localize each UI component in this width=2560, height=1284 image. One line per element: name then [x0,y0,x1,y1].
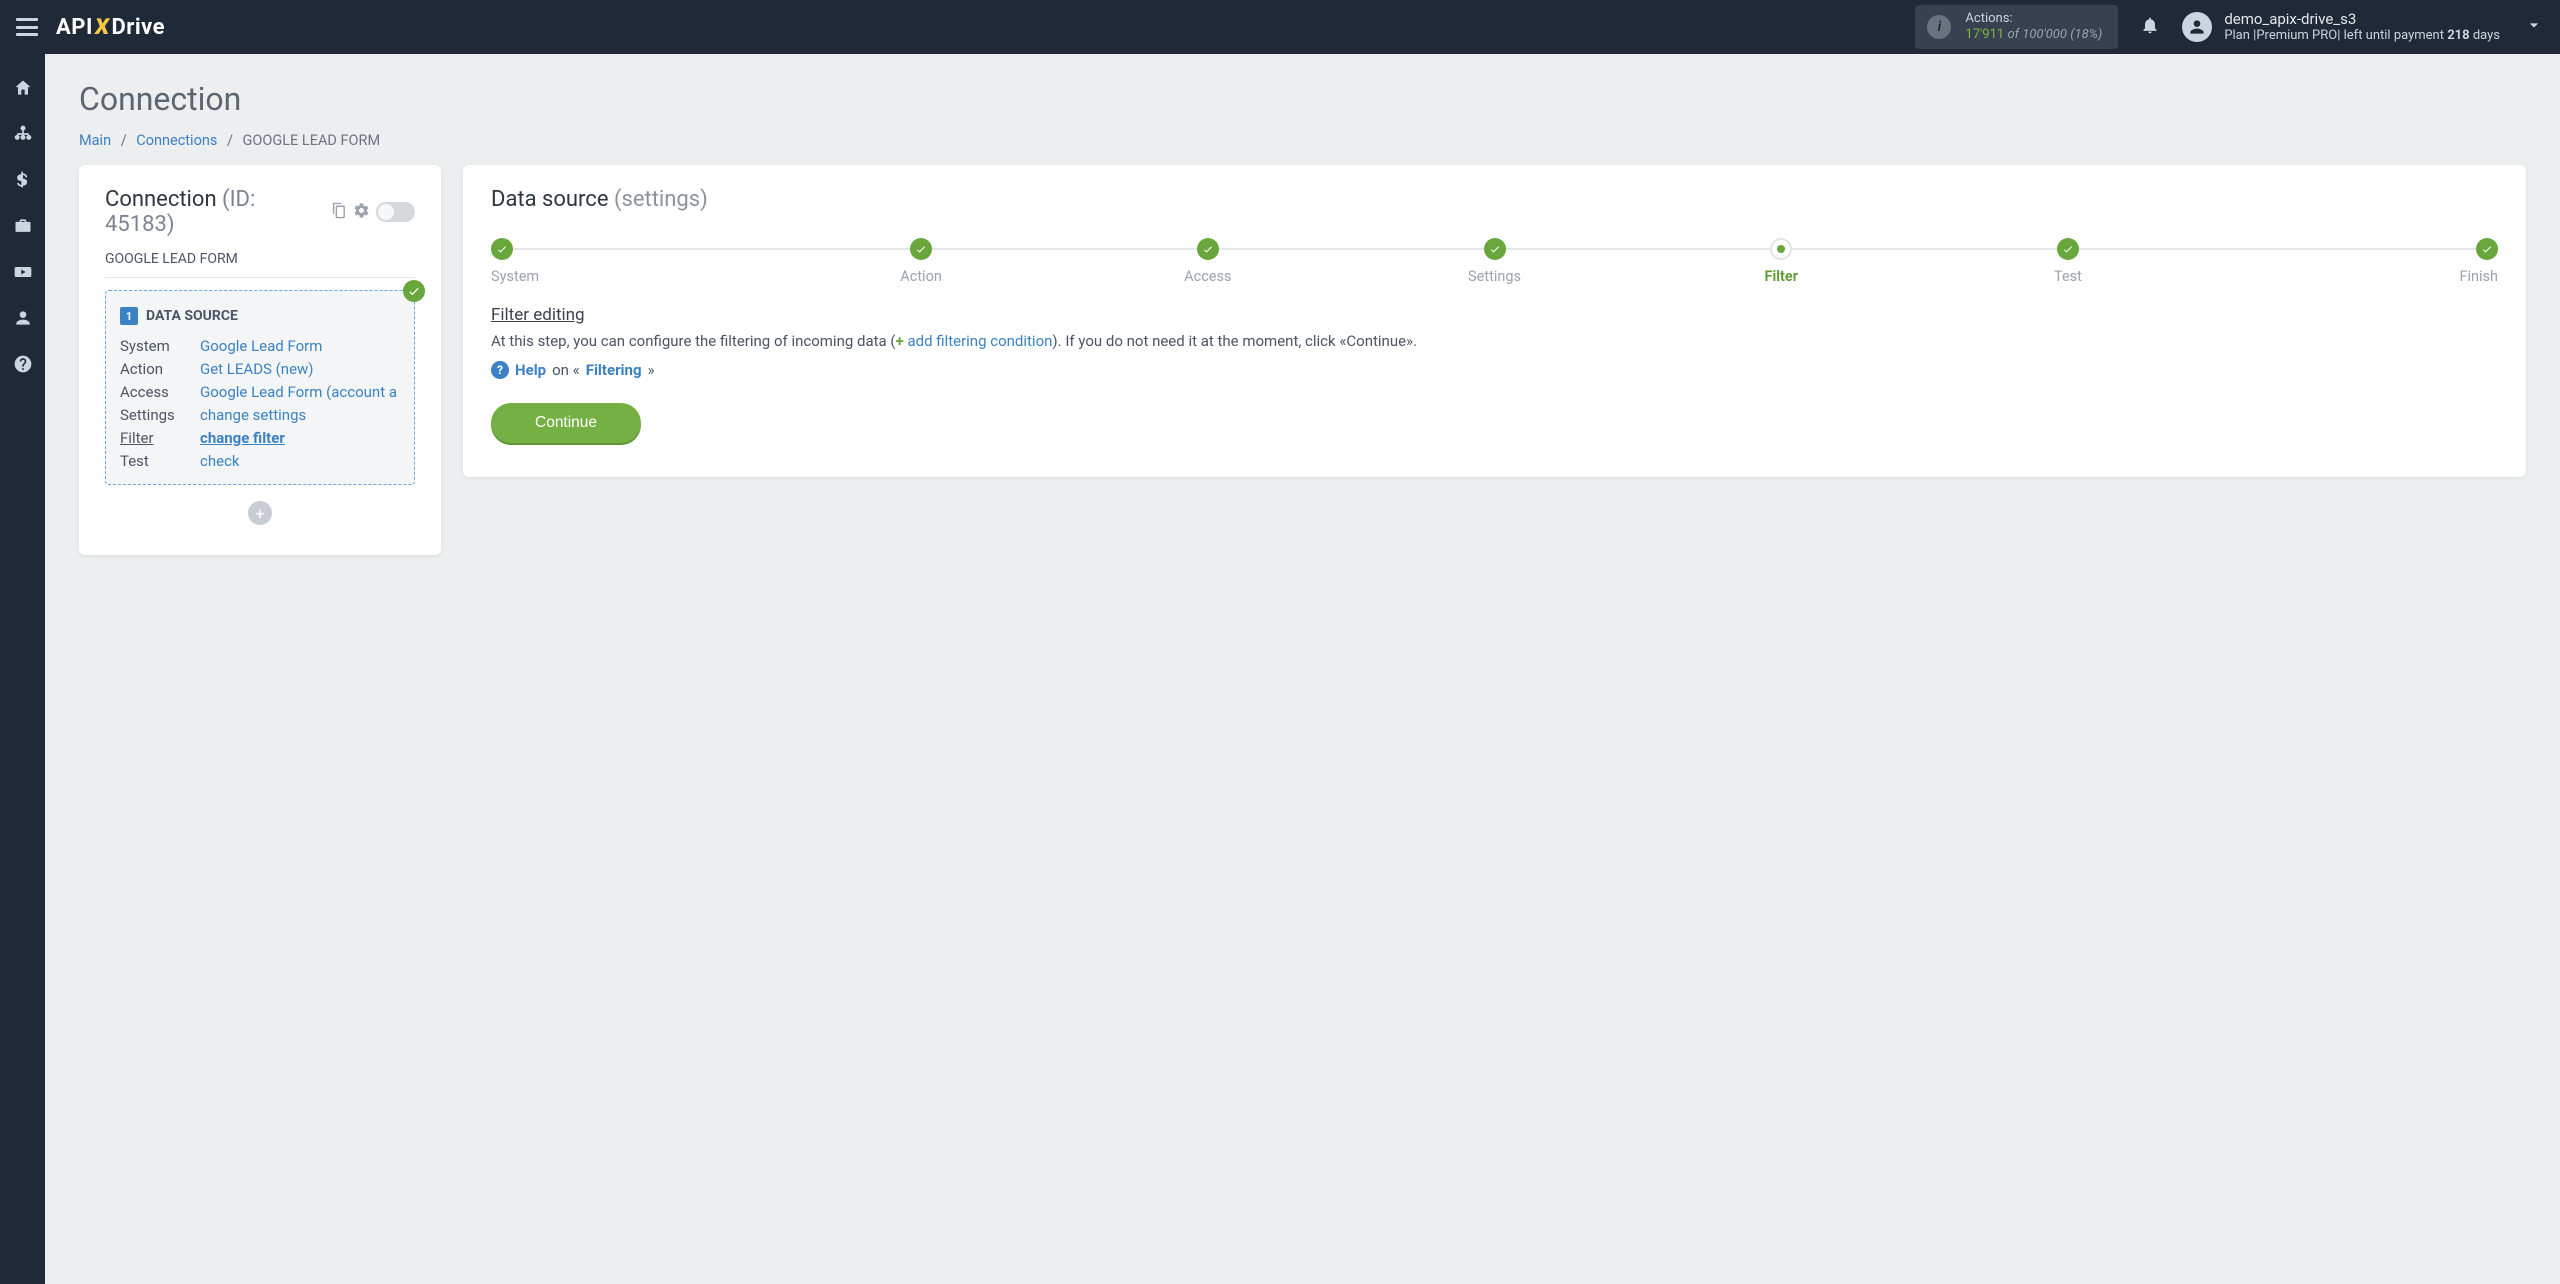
step-label: Filter [1765,268,1798,285]
row-test-key: Test [120,452,200,470]
nav-home-icon[interactable] [11,76,35,100]
topbar: API X Drive i Actions: 17'911 of 100'000… [0,0,2560,54]
row-access-link[interactable]: Google Lead Form (account a [200,383,397,401]
data-source-box: 1 DATA SOURCE System Google Lead Form Ac… [105,290,415,485]
data-source-title: 1 DATA SOURCE [120,307,400,325]
nav-connections-icon[interactable] [11,122,35,146]
section-heading: Filter editing [491,305,2498,325]
user-menu[interactable]: demo_apix-drive_s3 Plan |Premium PRO| le… [2182,10,2544,45]
data-source-panel: Data source (settings) System Action Acces… [463,165,2526,477]
notifications-icon[interactable] [2140,15,2160,39]
step-test[interactable]: Test [1925,238,2212,285]
actions-counter[interactable]: i Actions: 17'911 of 100'000 (18%) [1915,5,2118,50]
step-dot [1197,238,1219,260]
step-settings[interactable]: Settings [1351,238,1638,285]
step-dot [1770,238,1792,260]
step-filter[interactable]: Filter [1638,238,1925,285]
continue-button[interactable]: Continue [491,403,641,443]
nav-billing-icon[interactable] [11,168,35,192]
row-system-link[interactable]: Google Lead Form [200,337,322,355]
breadcrumb-connections[interactable]: Connections [136,132,217,149]
row-settings-link[interactable]: change settings [200,406,306,424]
left-sidebar [0,54,45,1284]
breadcrumb-main[interactable]: Main [79,132,111,149]
logo-x-icon: X [93,15,111,40]
step-label: Action [900,268,942,285]
logo-text-drive: Drive [111,15,165,40]
main-content: Connection Main / Connections / GOOGLE L… [45,54,2560,1284]
chevron-down-icon [2524,15,2544,39]
row-system-key: System [120,337,200,355]
page-title: Connection [79,80,2526,118]
step-label: Settings [1468,268,1521,285]
add-filtering-condition-link[interactable]: + add filtering condition [896,332,1053,350]
connection-title: Connection (ID: 45183) [105,187,324,237]
panel-title: Data source (settings) [491,187,2498,212]
step-system[interactable]: System [491,238,778,285]
step-finish[interactable]: Finish [2211,238,2498,285]
actions-label: Actions: [1965,11,2102,27]
step-label: System [491,268,539,285]
actions-values: 17'911 of 100'000 (18%) [1965,27,2102,43]
row-filter-key: Filter [120,429,200,447]
step-dot [1484,238,1506,260]
breadcrumb: Main / Connections / GOOGLE LEAD FORM [79,132,2526,149]
nav-video-icon[interactable] [11,260,35,284]
nav-account-icon[interactable] [11,306,35,330]
step-dot [910,238,932,260]
help-topic-link[interactable]: Filtering [586,361,642,379]
breadcrumb-current: GOOGLE LEAD FORM [243,132,381,149]
step-dot [491,238,513,260]
step-label: Access [1184,268,1231,285]
step-dot [2476,238,2498,260]
add-block-button[interactable]: + [248,501,272,525]
section-paragraph: At this step, you can configure the filt… [491,331,2498,353]
row-test-link[interactable]: check [200,452,240,470]
row-filter-link[interactable]: change filter [200,429,285,447]
nav-help-icon[interactable] [11,352,35,376]
stepper: System Action Access Settings Filter Test Fini… [491,238,2498,285]
copy-icon[interactable] [330,202,347,223]
info-icon: i [1927,15,1951,39]
help-line: ? Help on «Filtering» [491,361,2498,379]
row-action-key: Action [120,360,200,378]
step-dot [2057,238,2079,260]
help-icon: ? [491,361,509,379]
step-action[interactable]: Action [778,238,1065,285]
gear-icon[interactable] [353,202,370,223]
menu-toggle[interactable] [16,18,38,36]
user-info: demo_apix-drive_s3 Plan |Premium PRO| le… [2224,10,2500,45]
row-settings-key: Settings [120,406,200,424]
connection-subtitle: GOOGLE LEAD FORM [105,251,415,278]
enable-toggle[interactable] [376,202,415,222]
check-badge-icon [403,280,425,302]
logo-text-api: API [56,15,93,40]
nav-briefcase-icon[interactable] [11,214,35,238]
row-access-key: Access [120,383,200,401]
avatar-icon [2182,12,2212,42]
help-link[interactable]: Help [515,361,546,379]
step-label: Finish [2459,268,2498,285]
step-label: Test [2054,268,2082,285]
step-access[interactable]: Access [1064,238,1351,285]
logo[interactable]: API X Drive [56,15,165,40]
row-action-link[interactable]: Get LEADS (new) [200,360,314,378]
connection-card: Connection (ID: 45183) GOOGLE LEAD FORM … [79,165,441,555]
